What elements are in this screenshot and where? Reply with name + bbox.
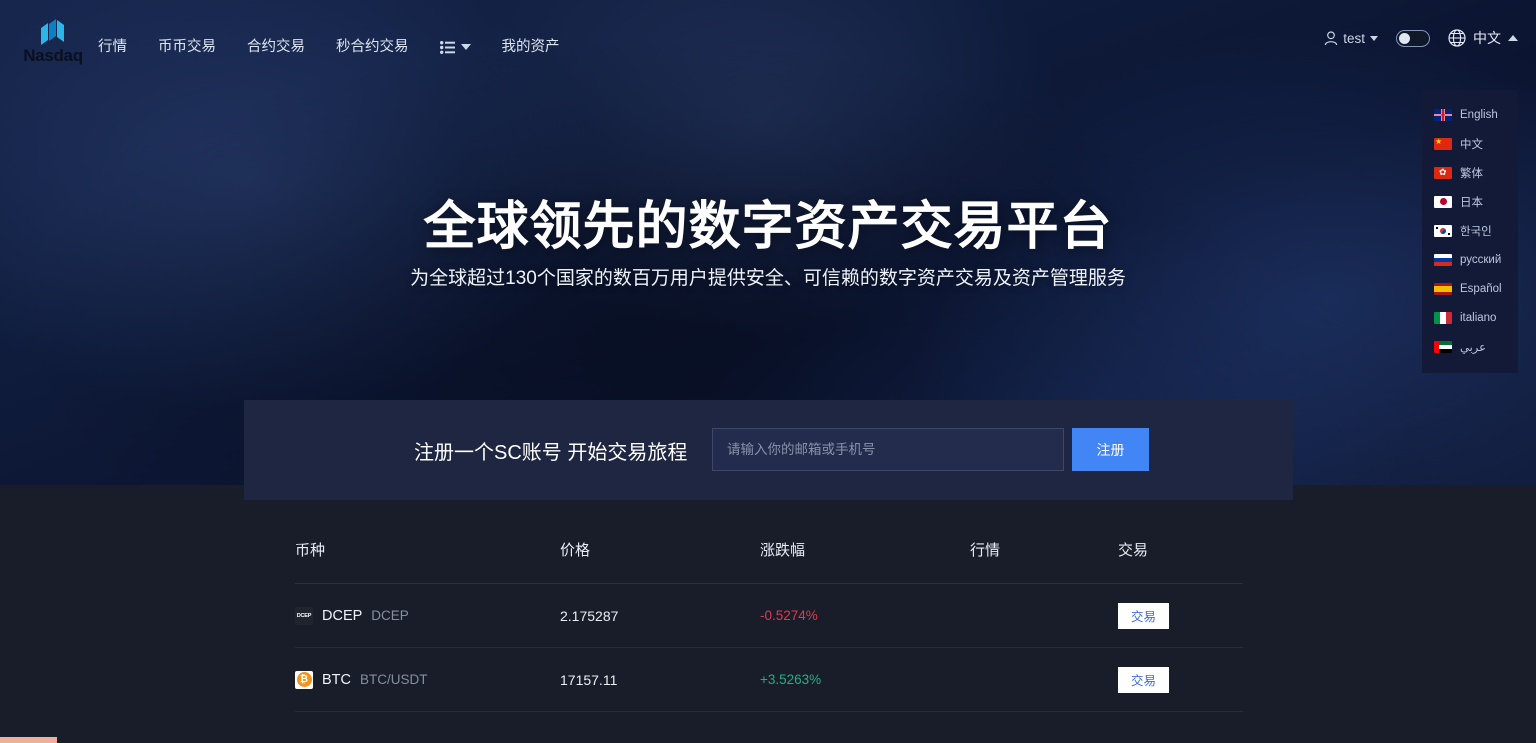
signup-button[interactable]: 注册 bbox=[1072, 428, 1149, 471]
coin-cell: ₿ BTC BTC/USDT bbox=[295, 670, 560, 689]
column-header-coin: 币种 bbox=[295, 542, 326, 559]
trade-cell: 交易 bbox=[1118, 666, 1243, 693]
user-icon bbox=[1325, 30, 1338, 45]
flag-gb-icon bbox=[1434, 108, 1452, 121]
trade-button[interactable]: 交易 bbox=[1118, 666, 1169, 693]
nav-item-second-contract-trading[interactable]: 秒合约交易 bbox=[336, 36, 409, 58]
language-option-label: русский bbox=[1460, 253, 1502, 266]
chevron-up-icon bbox=[1508, 35, 1518, 41]
flag-it-icon bbox=[1434, 311, 1452, 324]
globe-icon bbox=[1448, 29, 1466, 47]
language-option-label: English bbox=[1460, 108, 1498, 121]
nav-item-markets[interactable]: 行情 bbox=[98, 36, 127, 58]
price-cell: 17157.11 bbox=[560, 671, 618, 688]
chevron-down-icon bbox=[1370, 35, 1378, 41]
username-label: test bbox=[1343, 30, 1365, 46]
nasdaq-mark-icon bbox=[41, 19, 64, 45]
language-option-english[interactable]: English bbox=[1422, 100, 1518, 129]
coin-pair: BTC/USDT bbox=[360, 672, 428, 687]
nasdaq-logo-text: Nasdaq bbox=[23, 46, 83, 65]
language-option-spanish[interactable]: Español bbox=[1422, 274, 1518, 303]
hero-subtitle: 为全球超过130个国家的数百万用户提供安全、可信赖的数字资产交易及资产管理服务 bbox=[410, 268, 1126, 289]
flag-jp-icon bbox=[1434, 195, 1452, 208]
nasdaq-logo[interactable]: Nasdaq bbox=[22, 17, 84, 67]
language-option-korean[interactable]: 한국인 bbox=[1422, 216, 1518, 245]
change-cell: -0.5274% bbox=[760, 608, 818, 623]
list-icon bbox=[439, 40, 455, 54]
language-option-label: 한국인 bbox=[1460, 225, 1492, 238]
trade-button[interactable]: 交易 bbox=[1118, 602, 1169, 629]
language-selector[interactable]: 中文 bbox=[1448, 28, 1518, 48]
nav-item-spot-trading[interactable]: 币币交易 bbox=[158, 36, 216, 58]
language-option-chinese[interactable]: 中文 bbox=[1422, 129, 1518, 158]
language-option-label: italiano bbox=[1460, 311, 1497, 324]
language-option-japanese[interactable]: 日本 bbox=[1422, 187, 1518, 216]
btc-icon: ₿ bbox=[295, 670, 313, 689]
nav-links: 行情 币币交易 合约交易 秒合约交易 我的资产 bbox=[98, 36, 560, 58]
coin-symbol: BTC bbox=[322, 671, 351, 688]
language-option-label: 繁体 bbox=[1460, 167, 1483, 180]
flag-cn-icon bbox=[1434, 137, 1452, 150]
page-root: Nasdaq 行情 币币交易 合约交易 秒合约交易 我的资产 test 中文 E… bbox=[0, 0, 1536, 743]
language-dropdown-menu[interactable]: English 中文 繁体 日本 한국인 bbox=[1422, 90, 1518, 373]
flag-es-icon bbox=[1434, 282, 1452, 295]
nav-item-contract-trading[interactable]: 合约交易 bbox=[247, 36, 305, 58]
language-option-russian[interactable]: русский bbox=[1422, 245, 1518, 274]
language-option-traditional-chinese[interactable]: 繁体 bbox=[1422, 158, 1518, 187]
table-header-row: 币种 价格 涨跌幅 行情 交易 bbox=[295, 516, 1243, 584]
signup-heading: 注册一个SC账号 开始交易旅程 bbox=[414, 442, 688, 464]
language-option-label: 中文 bbox=[1460, 138, 1483, 151]
language-option-label: عربي bbox=[1460, 341, 1486, 354]
coin-pair: DCEP bbox=[371, 608, 409, 623]
theme-toggle[interactable] bbox=[1396, 29, 1430, 47]
column-header-trade: 交易 bbox=[1118, 542, 1149, 559]
language-option-label: 日本 bbox=[1460, 196, 1483, 209]
column-header-change: 涨跌幅 bbox=[760, 542, 806, 559]
coin-symbol: DCEP bbox=[322, 607, 363, 624]
download-status-bar[interactable] bbox=[0, 737, 57, 743]
coin-cell: DCEP DCEP DCEP bbox=[295, 606, 560, 625]
top-navigation-bar: Nasdaq 行情 币币交易 合约交易 秒合约交易 我的资产 test 中文 E… bbox=[0, 0, 1536, 373]
table-row[interactable]: ₿ BTC BTC/USDT 17157.11 +3.5263% 交易 bbox=[295, 648, 1243, 712]
market-table: 币种 价格 涨跌幅 行情 交易 DCEP DCEP DCEP 2.175287 … bbox=[295, 516, 1243, 712]
flag-ru-icon bbox=[1434, 253, 1452, 266]
nav-item-my-assets[interactable]: 我的资产 bbox=[502, 36, 560, 58]
flag-ae-icon bbox=[1434, 340, 1452, 353]
price-cell: 2.175287 bbox=[560, 607, 619, 624]
language-option-arabic[interactable]: عربي bbox=[1422, 332, 1518, 361]
chevron-down-icon bbox=[460, 44, 471, 50]
flag-kr-icon bbox=[1434, 224, 1452, 237]
nav-right-cluster: test 中文 English ★ 中文 ✿ 繁体 日本 한국인 русский… bbox=[1324, 28, 1518, 373]
signup-email-or-phone-input[interactable] bbox=[712, 428, 1064, 471]
toggle-knob bbox=[1399, 32, 1410, 44]
table-row[interactable]: DCEP DCEP DCEP 2.175287 -0.5274% 交易 bbox=[295, 584, 1243, 648]
column-header-quote: 行情 bbox=[970, 542, 1001, 559]
nav-more-menu-button[interactable] bbox=[439, 40, 471, 54]
change-cell: +3.5263% bbox=[760, 672, 822, 687]
signup-card: 注册一个SC账号 开始交易旅程 注册 bbox=[244, 400, 1293, 500]
language-option-label: Español bbox=[1460, 282, 1502, 295]
dcep-icon: DCEP bbox=[295, 606, 313, 625]
hero-title: 全球领先的数字资产交易平台 bbox=[423, 198, 1113, 256]
language-option-italian[interactable]: italiano bbox=[1422, 303, 1518, 332]
trade-cell: 交易 bbox=[1118, 602, 1243, 629]
user-account-menu[interactable]: test bbox=[1324, 31, 1378, 46]
column-header-price: 价格 bbox=[560, 542, 591, 559]
flag-hk-icon bbox=[1434, 166, 1452, 179]
language-current-label: 中文 bbox=[1473, 30, 1501, 46]
